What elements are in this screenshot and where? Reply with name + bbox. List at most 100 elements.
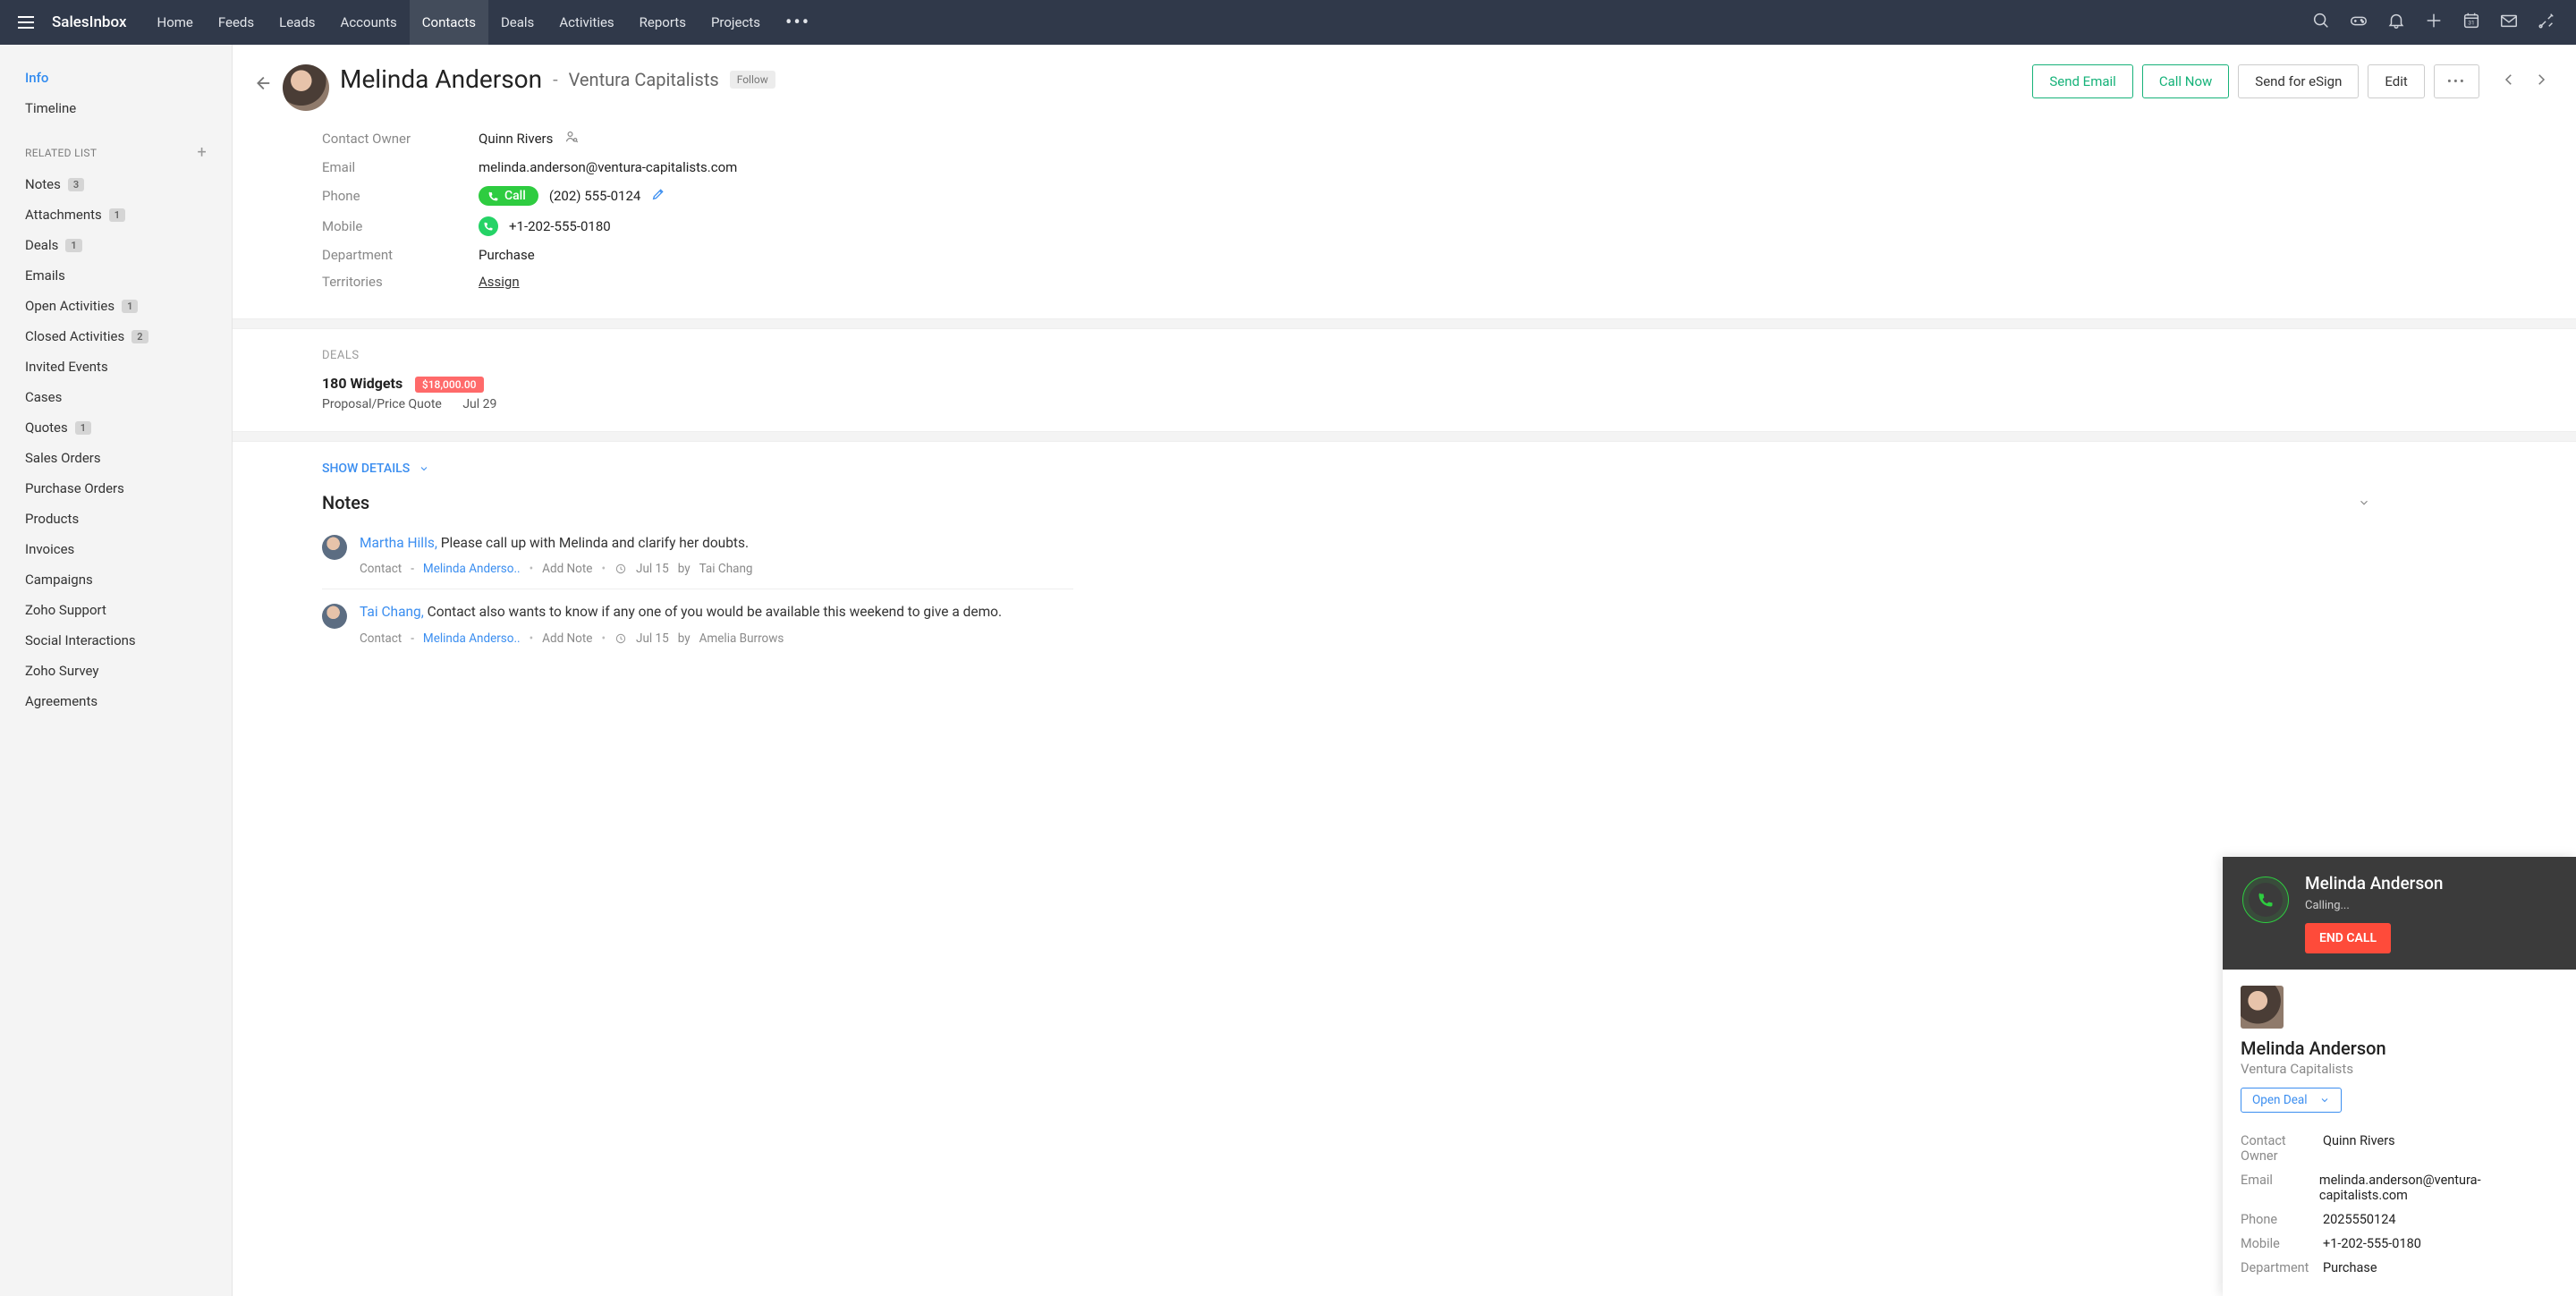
note-author[interactable]: Tai Chang, xyxy=(360,604,428,620)
related-list-heading: RELATED LIST + xyxy=(25,123,207,169)
note-meta: Contact-Melinda Anderso..•Add Note•Jul 1… xyxy=(360,631,1073,646)
plus-icon[interactable] xyxy=(2424,11,2444,34)
owner-lookup-icon[interactable] xyxy=(564,129,580,148)
gamepad-icon[interactable] xyxy=(2349,11,2368,34)
contact-name: Melinda Anderson xyxy=(340,64,542,94)
edit-phone-icon[interactable] xyxy=(651,187,665,205)
cp-label-email: Email xyxy=(2241,1173,2319,1203)
sidebar: InfoTimeline RELATED LIST + Notes3Attach… xyxy=(0,45,233,1296)
deal-name[interactable]: 180 Widgets xyxy=(322,375,402,392)
nav-tab-leads[interactable]: Leads xyxy=(267,0,327,45)
notes-collapse-icon[interactable] xyxy=(2358,492,2370,513)
note-item: Tai Chang, Contact also wants to know if… xyxy=(322,589,1073,657)
mail-icon[interactable] xyxy=(2499,11,2519,34)
badge: 1 xyxy=(122,300,138,313)
note-item: Martha Hills, Please call up with Melind… xyxy=(322,521,1073,589)
sidebar-item-timeline[interactable]: Timeline xyxy=(25,93,207,123)
field-label-phone: Phone xyxy=(322,188,479,204)
call-contact-company: Ventura Capitalists xyxy=(2241,1061,2558,1077)
sidebar-item-notes[interactable]: Notes3 xyxy=(25,169,207,199)
nav-tab-activities[interactable]: Activities xyxy=(547,0,626,45)
add-related-icon[interactable]: + xyxy=(197,143,207,162)
add-note-link[interactable]: Add Note xyxy=(542,562,592,576)
brand[interactable]: SalesInbox xyxy=(52,13,127,31)
header-actions: Send Email Call Now Send for eSign Edit … xyxy=(2032,64,2549,98)
sidebar-item-sales-orders[interactable]: Sales Orders xyxy=(25,443,207,473)
more-actions-button[interactable]: ••• xyxy=(2434,64,2479,98)
sidebar-item-social-interactions[interactable]: Social Interactions xyxy=(25,625,207,656)
topnav-icons: 31 xyxy=(2311,11,2563,34)
contact-company: Ventura Capitalists xyxy=(569,69,719,90)
end-call-button[interactable]: END CALL xyxy=(2305,923,2391,953)
sidebar-item-invoices[interactable]: Invoices xyxy=(25,534,207,564)
show-details-toggle[interactable]: SHOW DETAILS xyxy=(322,462,2549,476)
nav-tab-accounts[interactable]: Accounts xyxy=(328,0,410,45)
nav-tab-reports[interactable]: Reports xyxy=(627,0,699,45)
nav-tab-deals[interactable]: Deals xyxy=(488,0,547,45)
sidebar-item-products[interactable]: Products xyxy=(25,504,207,534)
calendar-icon[interactable]: 31 xyxy=(2462,11,2481,34)
follow-button[interactable]: Follow xyxy=(730,71,775,89)
nav-tab-projects[interactable]: Projects xyxy=(699,0,773,45)
sidebar-item-purchase-orders[interactable]: Purchase Orders xyxy=(25,473,207,504)
cp-value-department: Purchase xyxy=(2323,1260,2377,1275)
assign-territory-link[interactable]: Assign xyxy=(479,274,520,290)
contact-fields: Contact Owner Quinn Rivers Email melinda… xyxy=(233,111,2576,318)
badge: 1 xyxy=(75,421,91,435)
send-email-button[interactable]: Send Email xyxy=(2032,64,2132,98)
cp-label-owner: Contact Owner xyxy=(2241,1133,2323,1164)
field-value-email[interactable]: melinda.anderson@ventura-capitalists.com xyxy=(479,159,737,175)
whatsapp-icon[interactable] xyxy=(479,216,498,236)
tools-icon[interactable] xyxy=(2537,11,2556,34)
nav-tab-contacts[interactable]: Contacts xyxy=(410,0,488,45)
cp-label-phone: Phone xyxy=(2241,1212,2323,1227)
open-deal-button[interactable]: Open Deal xyxy=(2241,1088,2342,1113)
sidebar-item-zoho-survey[interactable]: Zoho Survey xyxy=(25,656,207,686)
sidebar-item-zoho-support[interactable]: Zoho Support xyxy=(25,595,207,625)
field-value-phone: (202) 555-0124 xyxy=(549,188,641,204)
next-record-icon[interactable] xyxy=(2533,72,2549,91)
field-label-email: Email xyxy=(322,159,479,175)
sidebar-item-quotes[interactable]: Quotes1 xyxy=(25,412,207,443)
sidebar-item-open-activities[interactable]: Open Activities1 xyxy=(25,291,207,321)
sidebar-item-agreements[interactable]: Agreements xyxy=(25,686,207,716)
sidebar-item-cases[interactable]: Cases xyxy=(25,382,207,412)
nav-more-icon[interactable]: ••• xyxy=(773,0,823,45)
sidebar-item-closed-activities[interactable]: Closed Activities2 xyxy=(25,321,207,352)
send-esign-button[interactable]: Send for eSign xyxy=(2238,64,2359,98)
note-contact-link[interactable]: Melinda Anderso.. xyxy=(423,562,521,576)
call-title: Melinda Anderson xyxy=(2305,873,2443,894)
nav-tab-home[interactable]: Home xyxy=(145,0,206,45)
bell-icon[interactable] xyxy=(2386,11,2406,34)
sidebar-item-deals[interactable]: Deals1 xyxy=(25,230,207,260)
cp-label-department: Department xyxy=(2241,1260,2323,1275)
notes-heading: Notes xyxy=(322,492,369,513)
badge: 1 xyxy=(109,208,125,222)
nav-tab-feeds[interactable]: Feeds xyxy=(206,0,267,45)
sidebar-item-info[interactable]: Info xyxy=(25,63,207,93)
call-now-button[interactable]: Call Now xyxy=(2142,64,2229,98)
badge: 3 xyxy=(68,178,84,191)
sidebar-item-campaigns[interactable]: Campaigns xyxy=(25,564,207,595)
phone-call-button[interactable]: Call xyxy=(479,186,538,206)
sidebar-item-attachments[interactable]: Attachments1 xyxy=(25,199,207,230)
call-contact-name: Melinda Anderson xyxy=(2241,1038,2558,1059)
field-label-owner: Contact Owner xyxy=(322,131,479,147)
cp-value-email: melinda.anderson@ventura-capitalists.com xyxy=(2319,1173,2558,1203)
prev-record-icon[interactable] xyxy=(2501,72,2517,91)
field-value-department: Purchase xyxy=(479,247,535,263)
edit-button[interactable]: Edit xyxy=(2368,64,2424,98)
back-arrow-icon[interactable] xyxy=(252,73,272,97)
note-meta: Contact-Melinda Anderso..•Add Note•Jul 1… xyxy=(360,562,1073,576)
menu-icon[interactable] xyxy=(13,11,39,34)
field-value-mobile: +1-202-555-0180 xyxy=(509,218,611,234)
sidebar-item-emails[interactable]: Emails xyxy=(25,260,207,291)
field-value-owner: Quinn Rivers xyxy=(479,131,553,147)
add-note-link[interactable]: Add Note xyxy=(542,631,592,646)
note-avatar xyxy=(322,604,347,629)
note-author[interactable]: Martha Hills, xyxy=(360,535,441,551)
deal-amount: $18,000.00 xyxy=(415,377,484,393)
search-icon[interactable] xyxy=(2311,11,2331,34)
note-contact-link[interactable]: Melinda Anderso.. xyxy=(423,631,521,646)
sidebar-item-invited-events[interactable]: Invited Events xyxy=(25,352,207,382)
